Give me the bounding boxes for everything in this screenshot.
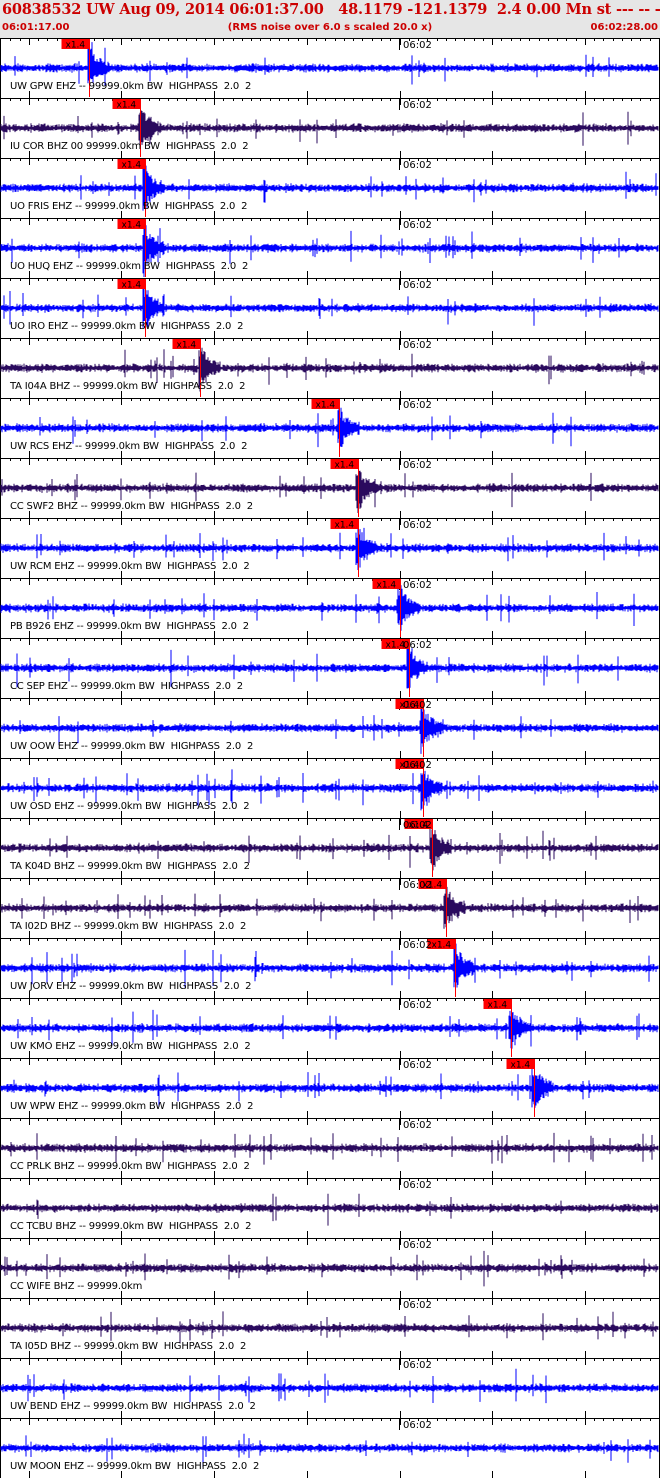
end-time-label: 06:02:28.00 (590, 22, 658, 33)
trace-label: UO FRIS EHZ -- 99999.0km BW HIGHPASS 2.0… (10, 201, 248, 212)
trace-label: UW OOW EHZ -- 99999.0km BW HIGHPASS 2.0 … (10, 741, 254, 752)
trace-label: UW OSD EHZ -- 99999.0km BW HIGHPASS 2.0 … (10, 801, 250, 812)
waveform-trace (0, 1132, 659, 1165)
trace-panel: x1.4 06:02 CC SEP EHZ -- 99999.0km BW HIGH… (0, 638, 660, 698)
trace-panel: x1.4 06:02 UW GPW EHZ -- 99999.0km BW HIGH… (0, 38, 660, 98)
trace-label: UW BEND EHZ -- 99999.0km BW HIGHPASS 2.0… (10, 1401, 256, 1412)
waveform-trace (0, 1368, 659, 1404)
minute-mark-label: 06:02 (403, 400, 432, 411)
minute-mark-label: 06:02 (403, 580, 432, 591)
trace-label: TA I02D BHZ -- 99999.0km BW HIGHPASS 2.0… (10, 921, 247, 932)
trace-panel: x1.4 06:02 UW KMO EHZ -- 99999.0km BW HIGH… (0, 998, 660, 1058)
trace-panel: x1.4 06:02 UW RCM EHZ -- 99999.0km BW HIGH… (0, 518, 660, 578)
pick-flag-label: x1.4 (432, 941, 452, 951)
pick-flag-label: x1.4 (66, 41, 86, 51)
pick-flag-label: x1.4 (122, 161, 142, 171)
minute-mark-label: 06:02 (403, 820, 432, 831)
minute-mark-label: 06:02 (403, 220, 432, 231)
trace-panel: 06:02 UW BEND EHZ -- 99999.0km BW HIGHPAS… (0, 1358, 660, 1418)
minute-mark-label: 06:02 (403, 100, 432, 111)
pick-flag-label: x1.4 (316, 401, 336, 411)
pick-flag-label: x1.4 (377, 581, 397, 591)
trace-label: UO IRO EHZ -- 99999.0km BW HIGHPASS 2.0 … (10, 321, 244, 332)
event-title: 60838532 UW Aug 09, 2014 06:01:37.00 48.… (2, 1, 660, 18)
trace-panel: x1.4 06:02 CC SWF2 BHZ -- 99999.0km BW HIG… (0, 458, 660, 518)
minute-mark-label: 06:02 (403, 1360, 432, 1371)
minute-mark-label: 06:02 (403, 1180, 432, 1191)
trace-label: UW RCM EHZ -- 99999.0km BW HIGHPASS 2.0 … (10, 561, 250, 572)
trace-panel: 06:02 UW MOON EHZ -- 99999.0km BW HIGHPAS… (0, 1418, 660, 1478)
trace-label: CC PRLK BHZ -- 99999.0km BW HIGHPASS 2.0… (10, 1161, 250, 1172)
trace-panel: 06:02 CC WIFE BHZ -- 99999.0km (0, 1238, 660, 1298)
trace-panel: x1.4 06:02 UW JORV EHZ -- 99999.0km BW HIG… (0, 938, 660, 998)
minute-mark-label: 06:02 (403, 1240, 432, 1251)
trace-panel: 06:02 CC TCBU BHZ -- 99999.0km BW HIGHPAS… (0, 1178, 660, 1238)
trace-panel: x1.4 06:02 UO HUQ EHZ -- 99999.0km BW HIGH… (0, 218, 660, 278)
trace-panel: 06:02 TA I05D BHZ -- 99999.0km BW HIGHPAS… (0, 1298, 660, 1358)
trace-label: IU COR BHZ 00 99999.0km BW HIGHPASS 2.0 … (10, 141, 249, 152)
minute-mark-label: 06:02 (403, 880, 432, 891)
minute-mark-label: 06:02 (403, 40, 432, 51)
minute-mark-label: 06:02 (403, 160, 432, 171)
pick-flag-label: x1.4 (488, 1001, 508, 1011)
pick-flag-label: x1.4 (335, 521, 355, 531)
minute-mark-label: 06:02 (403, 280, 432, 291)
minute-mark-label: 06:02 (403, 640, 432, 651)
minute-mark-label: 06:02 (403, 1300, 432, 1311)
trace-label: PB B926 EHZ -- 99999.0km BW HIGHPASS 2.0… (10, 621, 249, 632)
minute-mark-label: 06:02 (403, 760, 432, 771)
trace-label: CC WIFE BHZ -- 99999.0km (10, 1281, 143, 1292)
minute-mark-label: 06:02 (403, 460, 432, 471)
trace-label: UW WPW EHZ -- 99999.0km BW HIGHPASS 2.0 … (10, 1101, 254, 1112)
trace-panel: x1.4 06:02 UO IRO EHZ -- 99999.0km BW HIGH… (0, 278, 660, 338)
pick-flag-label: x1.4 (177, 341, 197, 351)
trace-panel: x1.4 06:02 TA K04D BHZ -- 99999.0km BW HIG… (0, 818, 660, 878)
trace-label: TA I04A BHZ -- 99999.0km BW HIGHPASS 2.0… (10, 381, 246, 392)
trace-label: UO HUQ EHZ -- 99999.0km BW HIGHPASS 2.0 … (10, 261, 249, 272)
minute-mark-label: 06:02 (403, 1420, 432, 1431)
plot-header: 60838532 UW Aug 09, 2014 06:01:37.00 48.… (0, 0, 660, 38)
seismogram-panels: x1.4 06:02 UW GPW EHZ -- 99999.0km BW HIGH… (0, 38, 660, 1478)
trace-label: CC TCBU BHZ -- 99999.0km BW HIGHPASS 2.0… (10, 1221, 252, 1232)
trace-panel: x1.4 06:02 UO FRIS EHZ -- 99999.0km BW HIG… (0, 158, 660, 218)
trace-label: UW JORV EHZ -- 99999.0km BW HIGHPASS 2.0… (10, 981, 252, 992)
waveform-trace (0, 42, 659, 86)
trace-label: CC SEP EHZ -- 99999.0km BW HIGHPASS 2.0 … (10, 681, 243, 692)
trace-label: UW KMO EHZ -- 99999.0km BW HIGHPASS 2.0 … (10, 1041, 251, 1052)
trace-label: CC SWF2 BHZ -- 99999.0km BW HIGHPASS 2.0… (10, 501, 253, 512)
trace-label: UW RCS EHZ -- 99999.0km BW HIGHPASS 2.0 … (10, 441, 248, 452)
minute-mark-label: 06:02 (403, 700, 432, 711)
minute-mark-label: 06:02 (403, 940, 432, 951)
trace-label: TA I05D BHZ -- 99999.0km BW HIGHPASS 2.0… (10, 1341, 247, 1352)
pick-flag-label: x1.4 (335, 461, 355, 471)
waveform-trace (0, 1311, 659, 1344)
pick-flag-label: x1.4 (117, 101, 137, 111)
minute-mark-label: 06:02 (403, 1060, 432, 1071)
trace-label: TA K04D BHZ -- 99999.0km BW HIGHPASS 2.0… (10, 861, 250, 872)
pick-flag-label: x1.4 (122, 221, 142, 231)
trace-panel: x1.4 06:02 TA I04A BHZ -- 99999.0km BW HIG… (0, 338, 660, 398)
trace-panel: x1.4 06:02 UW WPW EHZ -- 99999.0km BW HIGH… (0, 1058, 660, 1118)
minute-mark-label: 06:02 (403, 340, 432, 351)
trace-panel: x1.4 06:02 UW OOW EHZ -- 99999.0km BW HIGH… (0, 698, 660, 758)
trace-panel: x1.4 06:02 UW OSD EHZ -- 99999.0km BW HIGH… (0, 758, 660, 818)
trace-label: UW MOON EHZ -- 99999.0km BW HIGHPASS 2.0… (10, 1461, 260, 1472)
minute-mark-label: 06:02 (403, 520, 432, 531)
trace-label: UW GPW EHZ -- 99999.0km BW HIGHPASS 2.0 … (10, 81, 252, 92)
trace-panel: 06:02 CC PRLK BHZ -- 99999.0km BW HIGHPAS… (0, 1118, 660, 1178)
pick-flag-label: x1.4 (122, 281, 142, 291)
scaling-subtitle: (RMS noise over 6.0 s scaled 20.0 x) (227, 22, 433, 33)
minute-mark-label: 06:02 (403, 1000, 432, 1011)
trace-panel: x1.4 06:02 TA I02D BHZ -- 99999.0km BW HIG… (0, 878, 660, 938)
trace-panel: x1.4 06:02 UW RCS EHZ -- 99999.0km BW HIGH… (0, 398, 660, 458)
trace-panel: x1.4 06:02 IU COR BHZ 00 99999.0km BW HIGH… (0, 98, 660, 158)
minute-mark-label: 06:02 (403, 1120, 432, 1131)
trace-panel: x1.4 06:02 PB B926 EHZ -- 99999.0km BW HIG… (0, 578, 660, 638)
pick-flag-label: x1.4 (511, 1061, 531, 1071)
